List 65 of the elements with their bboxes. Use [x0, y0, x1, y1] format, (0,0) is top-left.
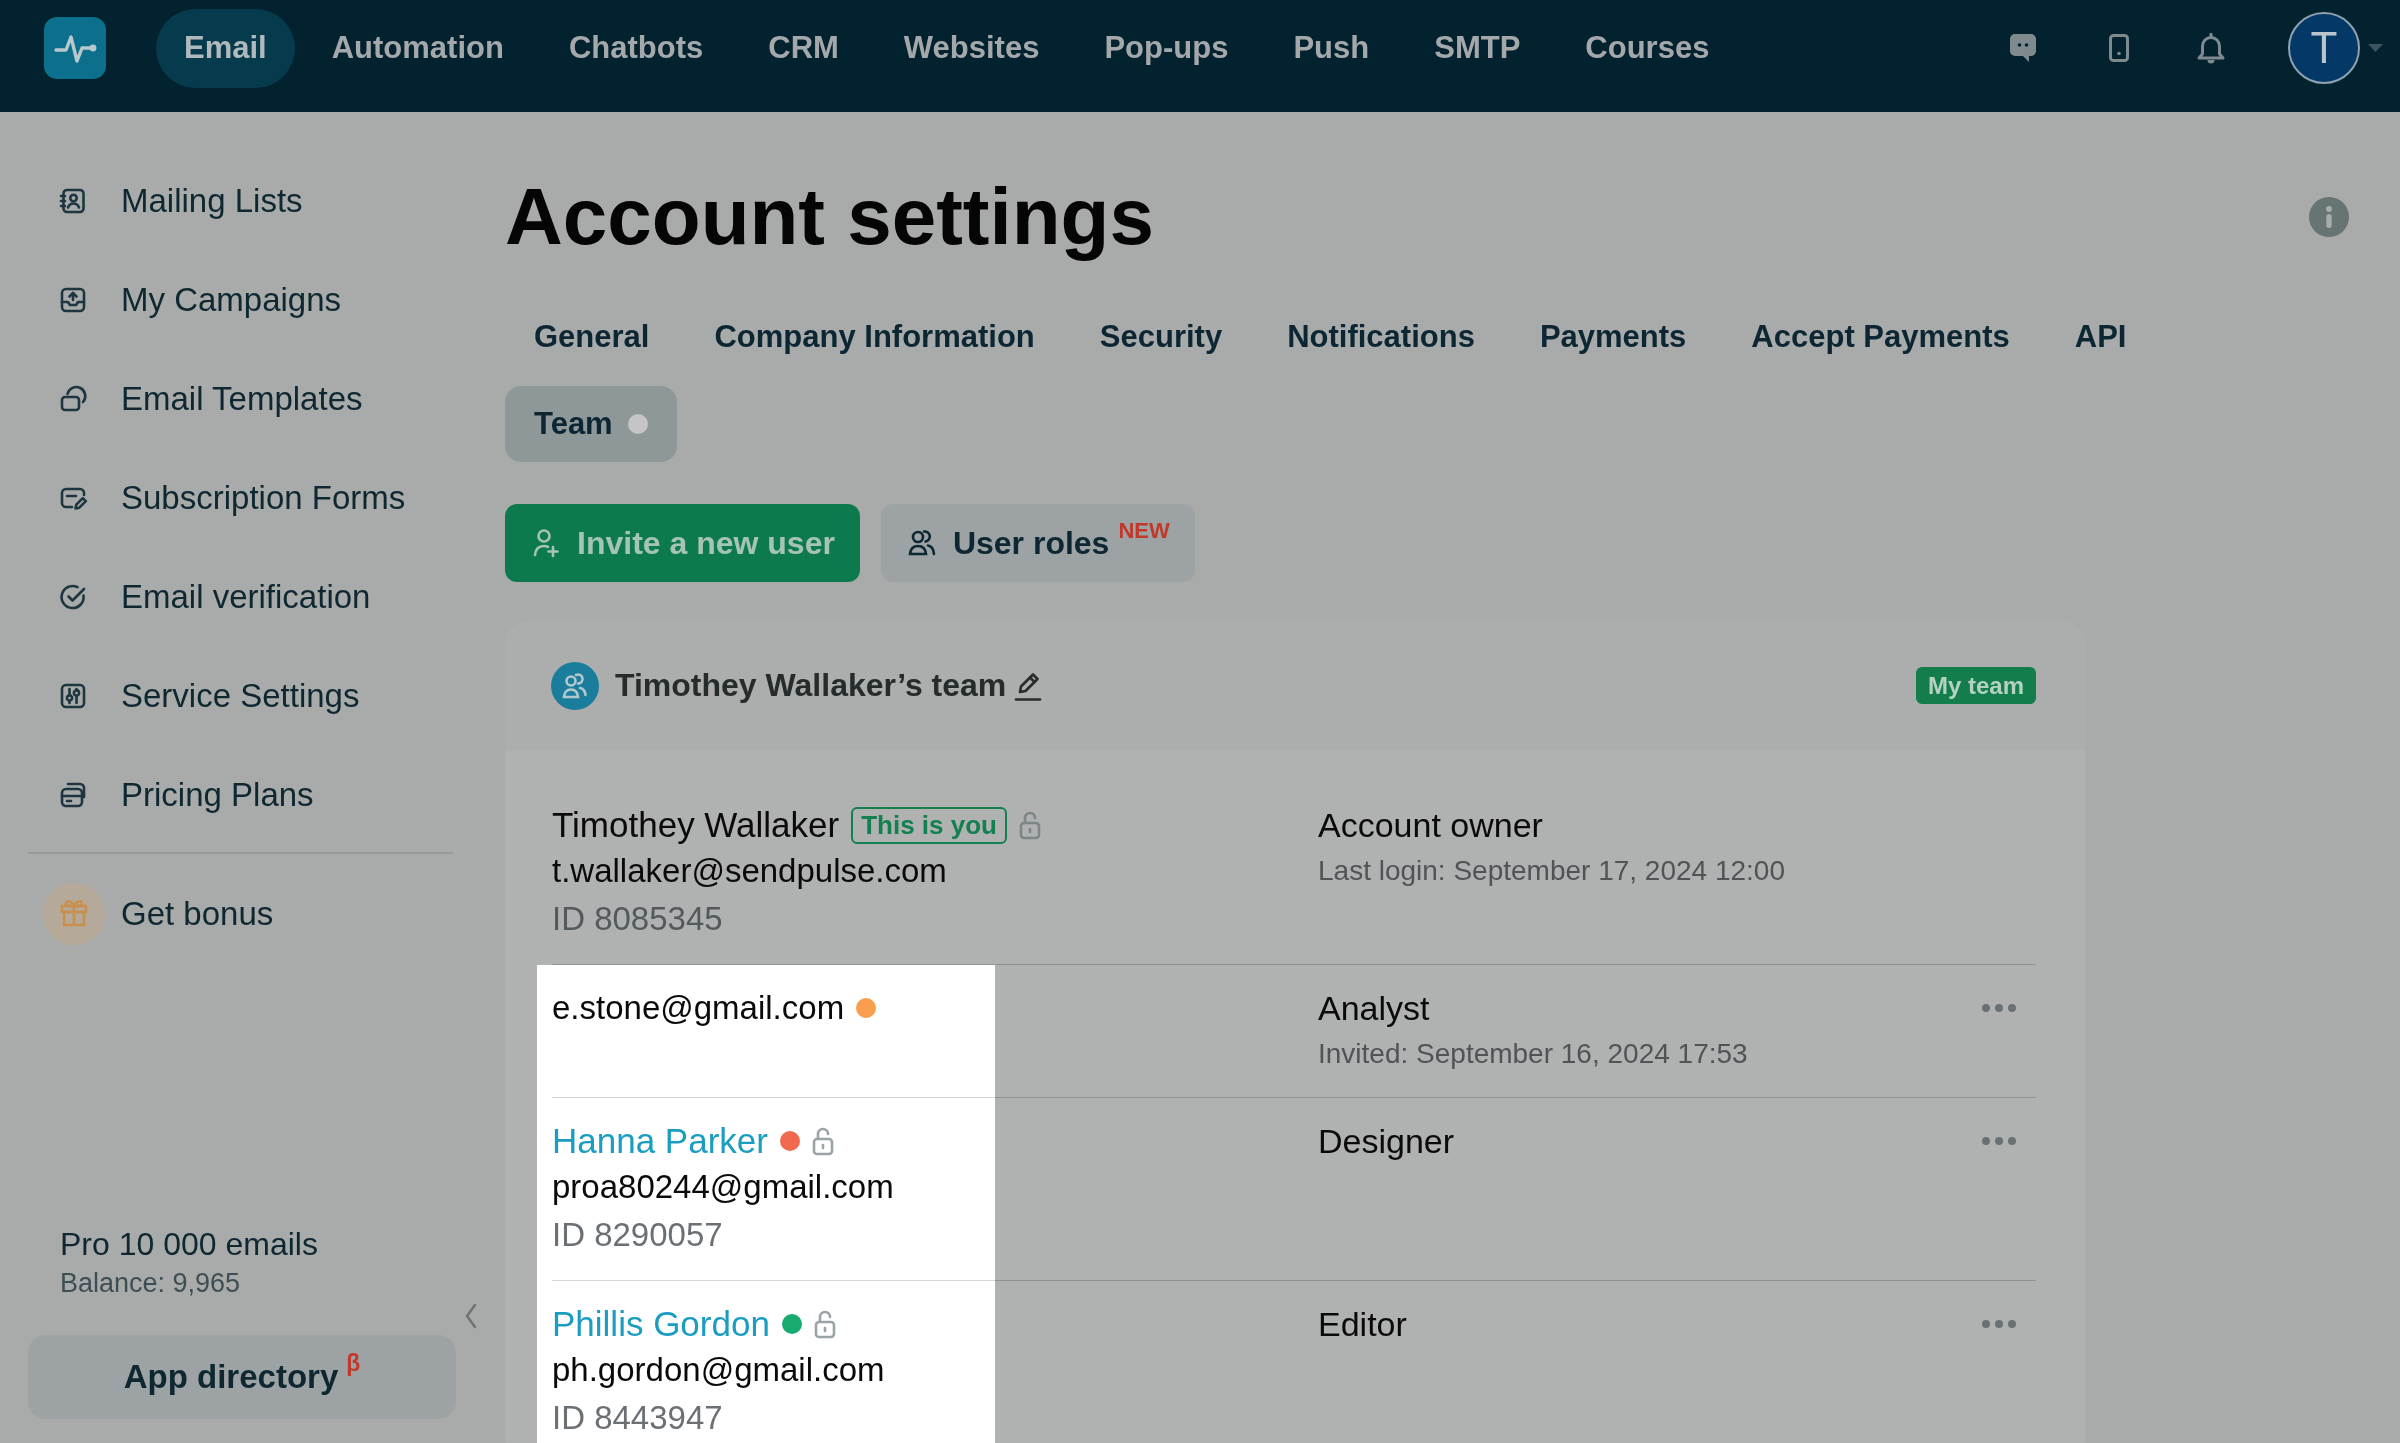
- sidebar-item[interactable]: My Campaigns: [28, 250, 453, 349]
- gift-icon: [43, 882, 105, 945]
- member-email: t.wallaker@sendpulse.com: [552, 851, 948, 891]
- new-label: NEW: [1118, 518, 1170, 544]
- caret-down-icon[interactable]: [2368, 44, 2383, 52]
- more-icon[interactable]: [1981, 1136, 2017, 1146]
- sidebar-item[interactable]: Get bonus: [28, 864, 453, 963]
- sidebar-item[interactable]: Service Settings: [28, 646, 453, 745]
- user-roles-button[interactable]: User roles NEW: [880, 504, 1195, 582]
- member-email: ph.gordon@gmail.com: [552, 1350, 886, 1390]
- my-team-badge: My team: [1915, 667, 2036, 704]
- nav-tab[interactable]: Push: [1265, 8, 1398, 88]
- nav-tab[interactable]: CRM: [740, 8, 867, 88]
- beta-mark: β: [346, 1350, 361, 1377]
- member-email: e.stone@gmail.com: [552, 989, 845, 1027]
- settings-tab[interactable]: General: [505, 299, 679, 375]
- app-directory-button[interactable]: App directory β: [28, 1335, 456, 1419]
- chevron-left-icon[interactable]: [463, 1302, 479, 1330]
- nav-tab[interactable]: Chatbots: [540, 8, 732, 88]
- more-icon[interactable]: [1981, 1003, 2017, 1013]
- avatar-button[interactable]: T: [2288, 12, 2360, 84]
- settings-tab[interactable]: Notifications: [1258, 299, 1504, 375]
- member-role: Account owner: [1318, 805, 1544, 846]
- info-icon[interactable]: [2309, 197, 2349, 237]
- member-role: Editor: [1318, 1304, 1408, 1345]
- chat-bubble-icon[interactable]: [2010, 34, 2036, 62]
- member-id: ID 8443947: [552, 1398, 724, 1438]
- phone-icon[interactable]: [2109, 34, 2129, 62]
- member-role: Analyst: [1318, 988, 1431, 1029]
- settings-tab[interactable]: Accept Payments: [1722, 299, 2039, 375]
- users-icon: [907, 528, 936, 558]
- more-icon[interactable]: [1981, 1319, 2017, 1329]
- nav-tab[interactable]: Pop-ups: [1076, 8, 1257, 88]
- overlap-shapes-icon: [58, 383, 88, 414]
- pulse-logo-icon[interactable]: [44, 17, 106, 79]
- you-badge: This is you: [851, 806, 1007, 844]
- nav-tab[interactable]: Email: [156, 8, 295, 88]
- nav-tab[interactable]: Websites: [875, 8, 1068, 88]
- nav-tab[interactable]: SMTP: [1406, 8, 1549, 88]
- sidebar-item[interactable]: Email Templates: [28, 349, 453, 448]
- member-detail: Last login: September 17, 2024 12:00: [1318, 854, 1786, 888]
- nav-tab[interactable]: Courses: [1557, 8, 1738, 88]
- member-id: ID 8085345: [552, 899, 724, 939]
- page-title: Account settings: [505, 171, 1154, 263]
- sidebar-item[interactable]: Subscription Forms: [28, 448, 453, 547]
- member-detail: Invited: September 16, 2024 17:53: [1318, 1037, 1749, 1071]
- team-title: Timothey Wallaker’s team: [615, 667, 1007, 704]
- member-email: proa80244@gmail.com: [552, 1167, 895, 1207]
- plan-balance: Balance: 9,965: [59, 1267, 242, 1300]
- plan-name: Pro 10 000 emails: [59, 1225, 319, 1264]
- member-name: Timothey Wallaker: [552, 805, 840, 845]
- member-id: ID 8290057: [552, 1215, 724, 1255]
- bell-icon[interactable]: [2196, 32, 2226, 64]
- users-circle-icon: [551, 661, 599, 710]
- settings-tab[interactable]: Team: [505, 386, 677, 462]
- settings-tab[interactable]: Company Information: [685, 299, 1064, 375]
- user-plus-icon: [532, 528, 560, 558]
- settings-tab[interactable]: Payments: [1510, 299, 1716, 375]
- sidebar-item[interactable]: Pricing Plans: [28, 745, 453, 844]
- sidebar-item[interactable]: Email verification: [28, 547, 453, 646]
- settings-tab[interactable]: Security: [1070, 299, 1252, 375]
- nav-tab[interactable]: Automation: [303, 8, 532, 88]
- settings-tab[interactable]: API: [2045, 299, 2156, 375]
- member-role: Designer: [1318, 1121, 1456, 1162]
- sidebar-item[interactable]: Mailing Lists: [28, 151, 453, 250]
